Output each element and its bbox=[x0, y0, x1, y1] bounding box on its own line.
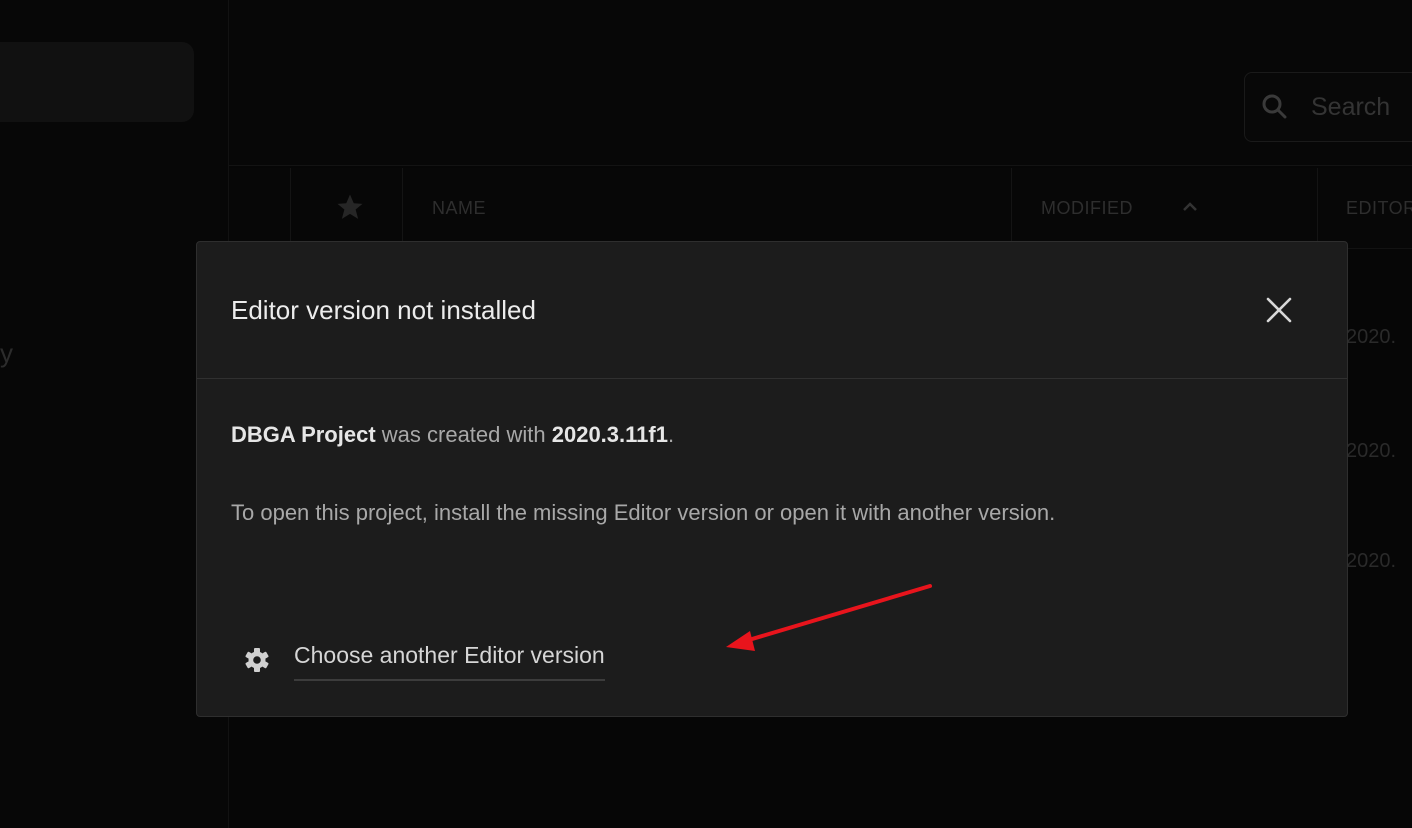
editor-version: 2020.3.11f1 bbox=[551, 422, 668, 447]
instruction-text: To open this project, install the missin… bbox=[231, 500, 1056, 525]
period: . bbox=[667, 422, 675, 447]
column-header-name[interactable]: NAME bbox=[432, 198, 486, 219]
column-header-editor[interactable]: EDITOR bbox=[1346, 198, 1412, 219]
app-window: y Search NAME MODIFIED EDITOR 2020. 2020… bbox=[0, 0, 1412, 828]
sidebar: y bbox=[0, 0, 229, 828]
column-header-modified[interactable]: MODIFIED bbox=[1041, 198, 1133, 219]
top-bar bbox=[229, 0, 1412, 166]
project-name: DBGA Project bbox=[231, 422, 376, 447]
projects-table-header: NAME MODIFIED EDITOR bbox=[229, 168, 1412, 249]
column-divider bbox=[290, 168, 291, 248]
search-icon bbox=[1262, 94, 1287, 119]
editor-not-installed-dialog: Editor version not installed DBGA Projec… bbox=[196, 241, 1348, 717]
search-placeholder: Search bbox=[1311, 93, 1391, 121]
dialog-header: Editor version not installed bbox=[197, 242, 1347, 379]
row-editor-version: 2020. bbox=[1346, 326, 1397, 348]
chevron-up-icon bbox=[1183, 202, 1197, 211]
created-with-text: was created with bbox=[375, 422, 552, 447]
project-created-message: DBGA Project was created with 2020.3.11f… bbox=[231, 422, 674, 448]
column-divider bbox=[1011, 168, 1012, 248]
close-button[interactable] bbox=[1259, 290, 1299, 330]
dialog-title: Editor version not installed bbox=[231, 295, 536, 325]
sidebar-active-item[interactable] bbox=[0, 42, 194, 122]
search-box[interactable]: Search bbox=[1244, 72, 1412, 142]
column-divider bbox=[402, 168, 403, 248]
star-icon[interactable] bbox=[335, 192, 365, 222]
gear-icon bbox=[245, 648, 269, 672]
sidebar-item-label: y bbox=[0, 338, 13, 368]
row-editor-version: 2020. bbox=[1346, 550, 1397, 572]
row-editor-version: 2020. bbox=[1346, 440, 1397, 462]
column-divider bbox=[1317, 168, 1318, 248]
choose-another-editor-label: Choose another Editor version bbox=[294, 642, 605, 681]
close-icon bbox=[1266, 297, 1292, 323]
